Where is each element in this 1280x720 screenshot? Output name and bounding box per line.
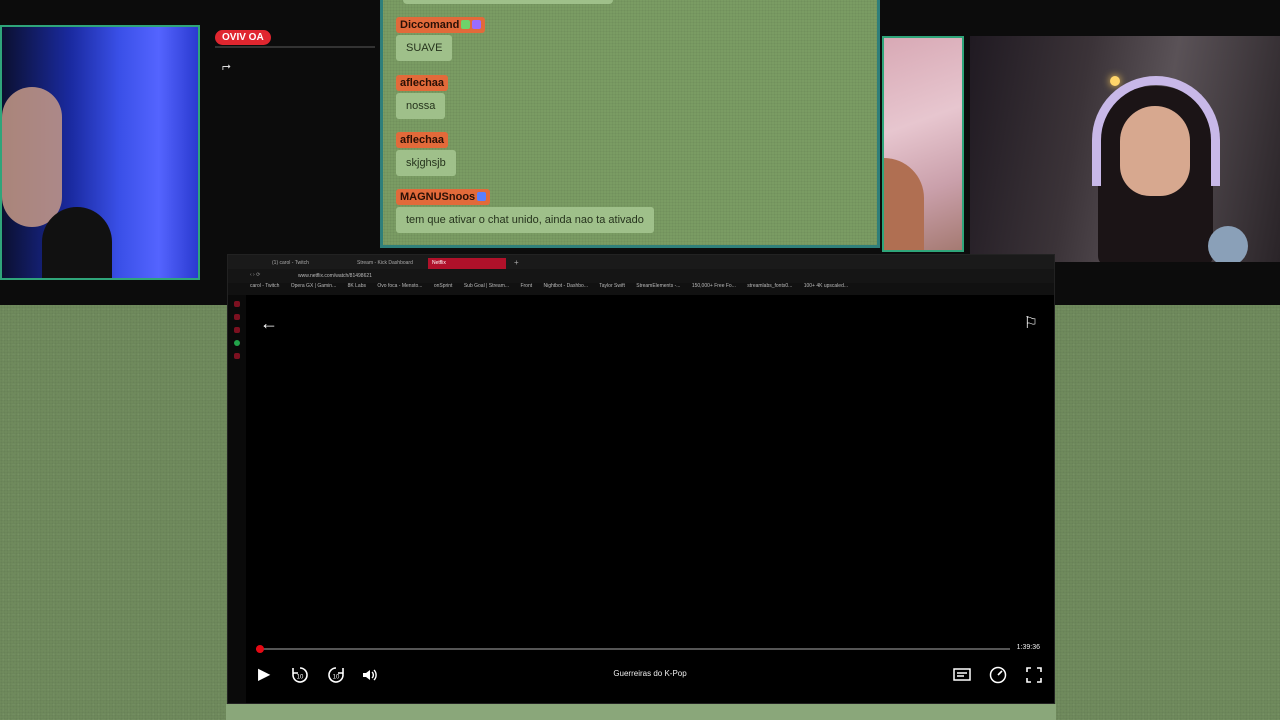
back-arrow-icon[interactable]: ← — [260, 313, 278, 334]
webcam-left — [0, 25, 200, 280]
tab-netflix[interactable]: Netflix — [428, 258, 506, 269]
nav-buttons[interactable]: ‹ › ⟳ — [250, 272, 260, 278]
netflix-player[interactable]: ← ⚐ 1:39:36 ▶ 10 10 Guerreiras do K-Pop — [246, 295, 1054, 703]
url-text[interactable]: www.netflix.com/watch/81498621 — [298, 273, 372, 279]
emote-icon — [472, 20, 482, 29]
new-tab-button[interactable]: + — [510, 258, 523, 269]
mini-screen-bar — [215, 46, 375, 48]
bookmark-item[interactable]: Sub Goal | Stream... — [464, 283, 509, 289]
bookmark-item[interactable]: onSprint — [434, 283, 453, 289]
chat-text: SUAVE — [396, 35, 453, 61]
chat-username: aflechaa — [396, 132, 449, 148]
chat-message: MAGNUSnoos tem que ativar o chat unido, … — [396, 187, 654, 233]
bookmark-item[interactable]: carol - Twitch — [250, 283, 279, 289]
time-remaining: 1:39:36 — [1016, 644, 1040, 651]
live-badge: OVIV OA — [215, 30, 271, 45]
chat-previous-bubble — [403, 0, 613, 4]
bookmark-item[interactable]: Nightbot - Dashbo... — [544, 283, 588, 289]
webcam-middle — [882, 36, 964, 252]
bookmark-item[interactable]: Ovo foca - Mensto... — [377, 283, 422, 289]
sidebar-app-icon[interactable] — [234, 314, 240, 320]
bookmark-item[interactable]: Front — [520, 283, 532, 289]
chat-username: MAGNUSnoos — [396, 189, 491, 205]
fullscreen-icon[interactable] — [1024, 665, 1044, 691]
flag-icon[interactable]: ⚐ — [1024, 313, 1038, 333]
progress-bar[interactable] — [255, 645, 1010, 653]
bookmarks-bar: carol - Twitch Opera GX | Gamin... 8K La… — [228, 283, 1054, 295]
emote-icon — [477, 192, 487, 201]
cursor-icon: ⮣ — [222, 60, 231, 72]
sidebar-app-icon[interactable] — [234, 327, 240, 333]
chat-username: Diccomand — [396, 17, 486, 33]
bookmark-item[interactable]: 150,000+ Free Fo... — [692, 283, 736, 289]
bookmark-item[interactable]: Taylor Swift — [599, 283, 625, 289]
bookmark-item[interactable]: 100+ 4K upscaled... — [804, 283, 848, 289]
speed-icon[interactable] — [988, 665, 1008, 691]
bookmark-item[interactable]: streamlabs_fonts0... — [747, 283, 792, 289]
tab-bar: (1) carol - Twitch Stream - Kick Dashboa… — [228, 255, 1054, 269]
chat-text: tem que ativar o chat unido, ainda nao t… — [396, 207, 654, 233]
streamer-microphone — [1208, 226, 1248, 262]
browser-window: (1) carol - Twitch Stream - Kick Dashboa… — [227, 254, 1055, 704]
sidebar-app-icon[interactable] — [234, 301, 240, 307]
lamp-light — [1110, 76, 1120, 86]
headset — [1092, 76, 1220, 186]
subtitles-icon[interactable] — [952, 665, 972, 691]
chat-panel: Diccomand SUAVE aflechaa nossa aflechaa … — [380, 0, 880, 248]
chat-message: aflechaa nossa — [396, 73, 449, 119]
chat-username: aflechaa — [396, 75, 449, 91]
chat-message: Diccomand SUAVE — [396, 15, 486, 61]
webcam-microphone — [42, 207, 112, 278]
bottom-strip — [226, 704, 1056, 720]
chat-text: skjghsjb — [396, 150, 456, 176]
sidebar-app-icon[interactable] — [234, 353, 240, 359]
chat-message: aflechaa skjghsjb — [396, 130, 456, 176]
tab-kick[interactable]: Stream - Kick Dashboard — [353, 258, 417, 269]
video-title: Guerreiras do K-Pop — [613, 669, 687, 678]
bookmark-item[interactable]: Opera GX | Gamin... — [291, 283, 336, 289]
address-bar[interactable]: ‹ › ⟳ www.netflix.com/watch/81498621 — [228, 269, 1054, 283]
chat-text: nossa — [396, 93, 446, 119]
webcam-streamer — [970, 36, 1280, 262]
browser-sidebar — [228, 295, 246, 703]
webcam-person — [884, 158, 924, 250]
whatsapp-icon[interactable] — [234, 340, 240, 346]
tab-twitch[interactable]: (1) carol - Twitch — [268, 258, 313, 269]
bookmark-item[interactable]: StreamElements -... — [636, 283, 680, 289]
progress-scrubber[interactable] — [255, 645, 264, 653]
webcam-arm — [2, 87, 62, 227]
bookmark-item[interactable]: 8K Labs — [348, 283, 366, 289]
emote-icon — [461, 20, 471, 29]
